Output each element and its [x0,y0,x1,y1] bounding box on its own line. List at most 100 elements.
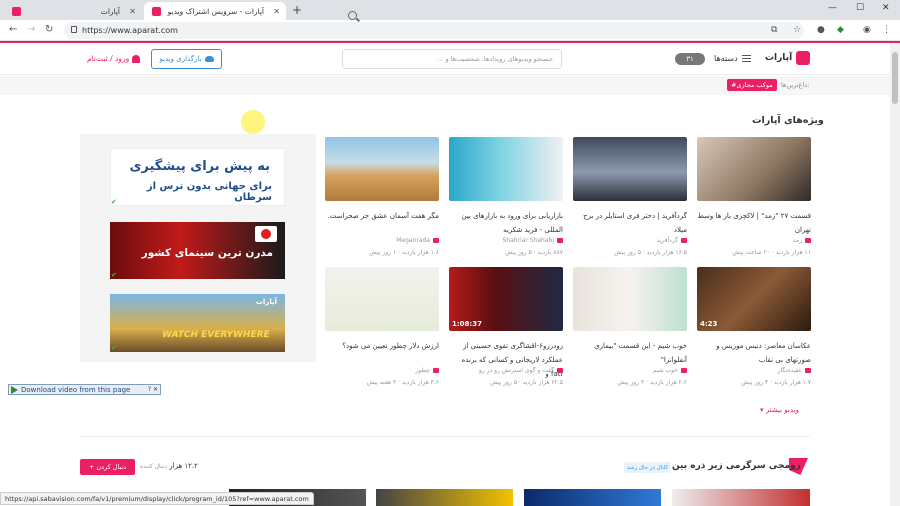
help-close-icon[interactable]: ? ✕ [148,386,158,393]
ad-check-icon: ✔ [111,198,117,206]
ad-check-icon: ✔ [111,271,117,279]
close-tab-icon[interactable]: ✕ [129,7,136,16]
video-title[interactable]: ارزش دلار چطور تعیین می شود؟ [325,339,439,353]
channel-label[interactable]: گردآفرید [656,237,678,244]
video-thumbnail[interactable] [524,489,661,506]
search-icon[interactable] [348,11,357,20]
channel-label[interactable]: خوب شیم [653,367,678,374]
follower-count: ۱۲.۲ هزار دنبال کننده [140,462,198,470]
browser-tab-active[interactable]: آپارات - سرویس اشتراک ویدیو ✕ [144,2,286,20]
video-thumbnail[interactable] [325,137,439,201]
channel-name: Meganrada [396,237,439,244]
video-title[interactable]: قسمت ۲۷ "زمد" | لاکچری باز ها وسط تهران [697,209,811,237]
ad-banner-cinema[interactable]: مدرن ترین سینمای کشور [110,222,285,279]
channel-label[interactable]: Shahriar Shahabi [502,237,554,244]
back-icon[interactable]: ← [9,24,17,35]
video-title[interactable]: عکاسان معاصر: دنیس موریس و صورتهای بی نق… [697,339,811,367]
video-meta: ۱۱ هزار بازدید · ۲۰ ساعت پیش [732,249,811,256]
ad-banner-pubg[interactable]: آپارات WATCH EVERYWHERE [110,294,285,352]
channel-name: چطور [415,367,439,374]
close-tab-icon[interactable]: ✕ [273,7,280,16]
divider [80,436,810,437]
channel-name: عقیده‌نگار [778,367,811,374]
address-bar[interactable]: https://www.aparat.com [64,22,804,39]
maximize-icon[interactable]: ☐ [856,3,864,13]
video-thumbnail[interactable]: 4:23 [697,267,811,331]
status-url: https://api.sabavision.com/fa/v1/premium… [5,494,309,503]
browser-toolbar: ← → ↻ https://www.aparat.com ⧉ ☆ ● ◆ ◉ ⋮ [0,20,900,41]
aparat-favicon-icon [152,6,161,16]
search-input[interactable]: جستجو ویدیوهای رویدادها، شخصیت‌ها و ... [342,49,562,69]
toggle-label: ۳۱ [686,55,694,63]
scrollbar[interactable] [890,43,900,506]
login-link[interactable]: ورود / ثبت‌نام [87,54,141,63]
channel-label[interactable]: عقیده‌نگار [778,367,802,374]
video-meta: ۶۲.۵ هزار بازدید · ۵ روز پیش [490,379,563,386]
video-thumbnail[interactable] [672,489,810,506]
channel-label[interactable]: زمد [793,237,802,244]
ad-subline: برای جهانی بدون ترس از سرطان [146,181,272,203]
search-placeholder: جستجو ویدیوهای رویدادها، شخصیت‌ها و ... [437,55,553,63]
new-tab-icon[interactable]: + [292,3,302,17]
video-meta: ۲.۲ هزار بازدید · ۳ روز پیش [617,379,687,386]
upload-video-button[interactable]: بارگذاری ویدیو [151,49,222,69]
url-text: https://www.aparat.com [82,26,178,35]
video-title[interactable]: مگر هفت آسمان عشق جز صحراست. [325,209,439,223]
play-icon [255,226,277,242]
status-bar: https://api.sabavision.com/fa/v1/premium… [0,492,314,505]
video-thumbnail[interactable] [573,267,687,331]
video-thumbnail[interactable] [325,267,439,331]
channel-label[interactable]: Meganrada [396,237,430,244]
follow-button[interactable]: + دنبال کردن [80,459,135,475]
more-label: ویدیو بیشتر [765,406,799,414]
video-thumbnail[interactable] [573,137,687,201]
video-thumbnail[interactable] [697,137,811,201]
browser-tab-strip: آپارات ✕ آپارات - سرویس اشتراک ویدیو ✕ +… [0,0,900,20]
ad-headline: WATCH EVERYWHERE [162,330,270,340]
categories-menu[interactable]: دسته‌ها [714,54,752,63]
follower-label: دنبال کننده [140,463,168,470]
tab-title: آپارات [100,6,120,16]
trending-label: داغ‌ترین‌ها: [781,81,810,89]
ad-headline: مدرن ترین سینمای کشور [141,247,273,259]
video-meta: ۳.۶ هزار بازدید · ۳ هفته پیش [366,379,439,386]
channel-name: گردآفرید [656,237,687,244]
more-videos-link[interactable]: ▾ ویدیو بیشتر [760,406,799,414]
login-label: ورود / ثبت‌نام [87,54,130,63]
growing-channel-badge: کانال در حال رشد [624,462,672,473]
trending-tag[interactable]: #موکب مجازی [727,79,777,91]
night-mode-toggle[interactable]: ۳۱ [675,53,705,65]
video-meta: ۱۶.۵ هزار بازدید · ۵ روز پیش [614,249,687,256]
extension-icon[interactable]: ◆ [837,25,844,35]
video-title[interactable]: بازاریابی برای ورود به بازارهای بین المل… [449,209,563,237]
ad-banner-cancer[interactable]: به پیش برای پیشگیری برای جهانی بدون ترس … [110,148,285,206]
reload-icon[interactable]: ↻ [45,24,53,35]
download-video-bar[interactable]: Download video from this page ? ✕ [8,384,161,395]
video-title[interactable]: رودررو۶-اقشاگری تقوی حسینی از عملکرد لار… [449,339,563,381]
video-thumbnail[interactable] [376,489,513,506]
translate-icon[interactable]: ⧉ [771,25,777,35]
browser-tab[interactable]: آپارات ✕ [4,2,142,20]
menu-icon[interactable]: ⋮ [882,25,891,35]
follower-number: ۱۲.۲ هزار [169,462,198,470]
video-meta: ۱.۸ هزار بازدید · ۱ روز پیش [369,249,439,256]
channel-label[interactable]: گفت و گوی استرنش رو در رو [479,367,554,374]
video-title[interactable]: گردآفرید | دختر فری استایلر در برج میلاد [573,209,687,237]
channel-title[interactable]: زومجی سرگرمی زیر ذره بین [672,461,801,471]
channel-icon [557,368,563,373]
video-duration: 1:08:37 [452,320,482,328]
forward-icon[interactable]: → [27,24,35,35]
scrollbar-thumb[interactable] [892,52,898,104]
aparat-logo[interactable]: آپارات [765,51,811,65]
extension-icon[interactable]: ● [817,25,825,35]
profile-icon[interactable]: ◉ [863,25,871,35]
video-thumbnail[interactable] [449,137,563,201]
video-title[interactable]: خوب شیم - این قسمت "بیماری آنفلوانزا" [573,339,687,367]
close-window-icon[interactable]: ✕ [882,3,890,13]
hamburger-icon [742,55,752,62]
channel-label[interactable]: چطور [415,367,430,374]
video-thumbnail[interactable]: 1:08:37 [449,267,563,331]
minimize-icon[interactable]: — [828,3,837,13]
channel-name: Shahriar Shahabi [502,237,563,244]
star-icon[interactable]: ☆ [793,25,801,35]
